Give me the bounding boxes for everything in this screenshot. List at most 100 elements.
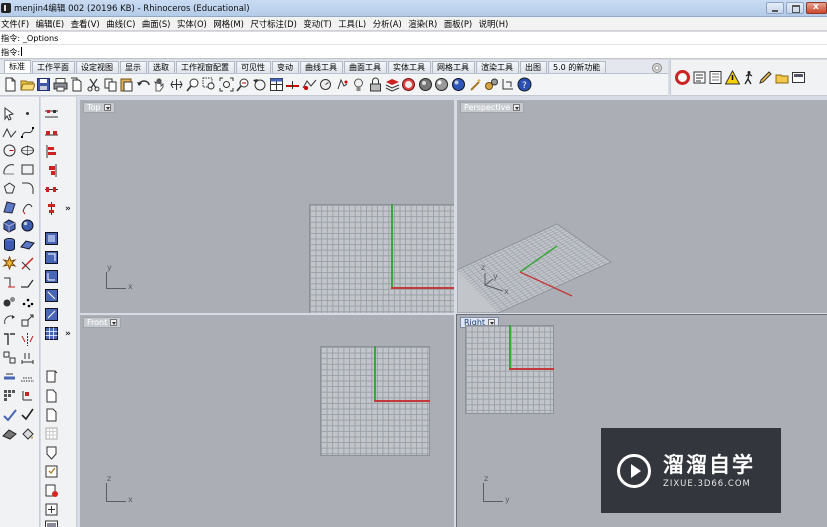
top-viewport-label[interactable]: Top	[83, 102, 115, 113]
join-icon[interactable]	[20, 275, 35, 290]
tab-cplanes[interactable]: 工作平面	[32, 61, 75, 73]
move-icon[interactable]	[285, 77, 300, 92]
menu-panels[interactable]: 面板(P)	[444, 18, 472, 30]
snapshot-icon[interactable]	[318, 77, 333, 92]
tab-visibility[interactable]: 可见性	[236, 61, 271, 73]
menu-tools[interactable]: 工具(L)	[338, 18, 366, 30]
tab-mesh-tools[interactable]: 网格工具	[432, 61, 475, 73]
circle-icon[interactable]	[2, 143, 17, 158]
pedestrian-icon[interactable]	[741, 70, 756, 85]
perspective-viewport[interactable]: Perspective z y x	[457, 100, 827, 313]
open-folder-pen-icon[interactable]	[775, 70, 790, 85]
open-folder-icon[interactable]	[19, 77, 35, 92]
box-solid-icon[interactable]	[2, 218, 17, 233]
render-sphere-icon[interactable]	[418, 77, 433, 92]
block-grid-icon[interactable]	[2, 388, 17, 403]
tab-surface-tools[interactable]: 曲面工具	[344, 61, 387, 73]
align-top-icon[interactable]	[44, 144, 59, 159]
point-icon[interactable]	[20, 106, 35, 121]
group-icon[interactable]	[2, 294, 17, 309]
help-icon[interactable]: ?	[517, 77, 532, 92]
boolean-icon[interactable]	[2, 426, 17, 441]
tab-viewport-layout[interactable]: 工作视窗配置	[176, 61, 235, 73]
print-icon[interactable]	[53, 77, 68, 92]
select-arrow-icon[interactable]	[2, 106, 17, 121]
menu-dimension[interactable]: 尺寸标注(D)	[250, 18, 296, 30]
pen-icon[interactable]	[758, 70, 773, 85]
rotate-view-icon[interactable]	[169, 77, 184, 92]
tab-set-view[interactable]: 设定视图	[76, 61, 119, 73]
tab-drafting[interactable]: 出图	[520, 61, 547, 73]
material-sphere-red-icon[interactable]	[401, 77, 416, 92]
cplane-front-icon[interactable]	[44, 269, 59, 284]
menu-solid[interactable]: 实体(O)	[177, 18, 207, 30]
menu-surface[interactable]: 曲面(S)	[142, 18, 171, 30]
record-sheet-icon[interactable]	[44, 483, 59, 498]
hide-icon[interactable]	[335, 77, 350, 92]
explode-icon[interactable]	[2, 256, 17, 271]
check-icon[interactable]	[20, 407, 35, 422]
copy-icon[interactable]	[103, 77, 118, 92]
tab-select[interactable]: 选取	[148, 61, 175, 73]
blank-sheet-icon[interactable]	[44, 407, 59, 422]
surface-edge-icon[interactable]	[2, 200, 17, 215]
front-viewport[interactable]: Front z x	[80, 315, 454, 527]
magic-wand-icon[interactable]	[468, 77, 483, 92]
shield-sheet-icon[interactable]	[44, 445, 59, 460]
zoom-extents-icon[interactable]	[219, 77, 234, 92]
cylinder-solid-icon[interactable]	[2, 237, 17, 252]
edit-sheet-icon[interactable]	[44, 369, 59, 384]
trim-icon[interactable]	[20, 256, 35, 271]
lock-icon[interactable]	[368, 77, 383, 92]
layers-icon[interactable]	[385, 77, 400, 92]
extrude-curve-icon[interactable]	[20, 200, 35, 215]
tab-transform[interactable]: 变动	[272, 61, 299, 73]
grid-sheet-icon[interactable]	[44, 426, 59, 441]
zoom-window-icon[interactable]	[202, 77, 217, 92]
menu-mesh[interactable]: 网格(M)	[213, 18, 244, 30]
image-icon[interactable]	[791, 70, 806, 85]
grid-snap-icon[interactable]	[501, 77, 516, 92]
tab-display[interactable]: 显示	[120, 61, 147, 73]
text-dim-icon[interactable]	[20, 350, 35, 365]
tab-curve-tools[interactable]: 曲线工具	[300, 61, 343, 73]
ellipse-icon[interactable]	[20, 143, 35, 158]
cplane-top-icon[interactable]	[44, 250, 59, 265]
polygon-icon[interactable]	[2, 181, 17, 196]
rectangle-icon[interactable]	[20, 162, 35, 177]
scale-icon[interactable]	[20, 313, 35, 328]
menu-view[interactable]: 查看(V)	[71, 18, 100, 30]
dimension-linear-icon[interactable]	[44, 106, 59, 121]
dimension-aligned-icon[interactable]	[44, 125, 59, 140]
checkmark-tool-icon[interactable]	[2, 407, 17, 422]
tab-new-in-v5[interactable]: 5.0 的新功能	[548, 61, 607, 73]
close-button[interactable]	[806, 2, 827, 14]
pan-hand-icon[interactable]	[152, 77, 167, 92]
lifebuoy-icon[interactable]	[675, 70, 690, 85]
zoom-icon[interactable]	[185, 77, 201, 92]
new-file-icon[interactable]	[3, 77, 18, 92]
grid-toggle-icon[interactable]	[44, 326, 59, 341]
select-all-icon[interactable]	[302, 77, 317, 92]
command-help-icon[interactable]	[692, 70, 707, 85]
menu-help[interactable]: 说明(H)	[479, 18, 509, 30]
shaded-sphere-icon[interactable]	[434, 77, 449, 92]
cplane-right-icon[interactable]	[44, 288, 59, 303]
menu-curve[interactable]: 曲线(C)	[106, 18, 135, 30]
mesh-plane-icon[interactable]	[20, 237, 35, 252]
distance-icon[interactable]	[20, 369, 35, 384]
rendered-sphere-blue-icon[interactable]	[451, 77, 466, 92]
named-view-icon[interactable]	[44, 231, 59, 246]
tab-options-gear-icon[interactable]	[652, 63, 662, 73]
paste-icon[interactable]	[119, 77, 134, 92]
arc-icon[interactable]	[2, 162, 17, 177]
undo-icon[interactable]	[136, 77, 151, 92]
paint-bucket-icon[interactable]	[20, 426, 35, 441]
menu-file[interactable]: 文件(F)	[1, 18, 29, 30]
menu-render[interactable]: 渲染(R)	[408, 18, 437, 30]
menu-analyze[interactable]: 分析(A)	[373, 18, 402, 30]
sheet-icon[interactable]	[44, 388, 59, 403]
select-sheet-icon[interactable]	[44, 464, 59, 479]
distribute-icon[interactable]	[44, 182, 59, 197]
more-tools-chevron-icon[interactable]: »	[65, 204, 71, 214]
